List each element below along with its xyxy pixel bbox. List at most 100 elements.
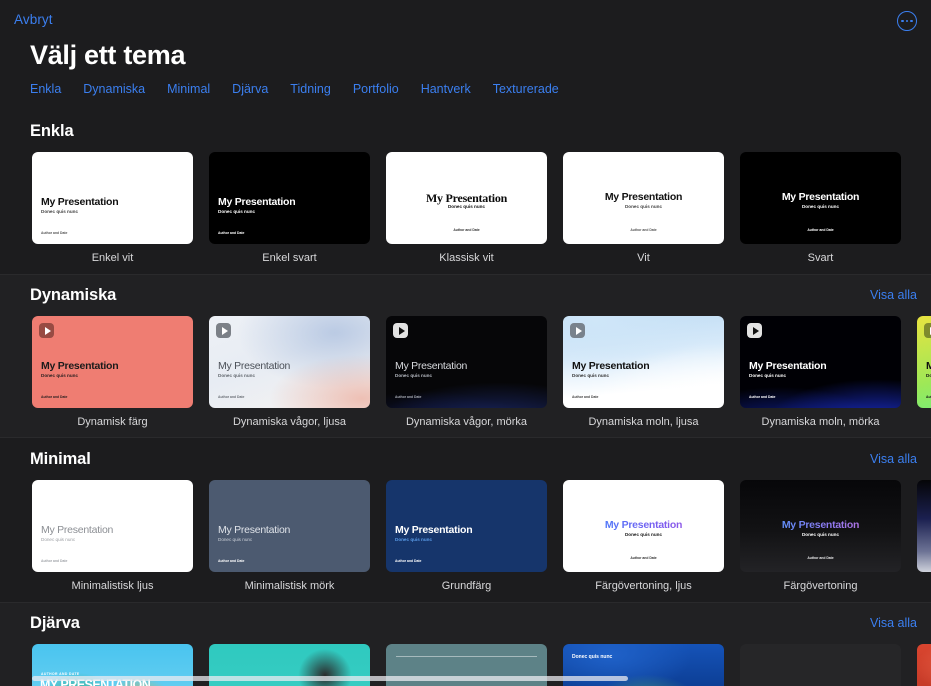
theme-sections: Enkla My Presentation Donec quis nunc Autho… xyxy=(0,110,931,686)
category-tab-minimal[interactable]: Minimal xyxy=(167,82,210,96)
slide-title: My Presentation xyxy=(218,361,290,372)
theme-thumbnail[interactable]: My PresentationDonec quis nuncAuthor and… xyxy=(32,152,193,244)
play-icon[interactable] xyxy=(393,323,408,338)
slide-footer: Author and Date xyxy=(395,560,421,563)
slide-title: My Presentation xyxy=(41,197,118,208)
theme-card[interactable]: My PresentationDonec quis nuncAuthor and… xyxy=(209,152,370,264)
theme-thumbnail[interactable]: My PresentationDonec quis nuncAuthor and… xyxy=(209,152,370,244)
theme-thumbnail[interactable]: DONEC QUIS NUNCMY PRESENTATION xyxy=(740,644,901,686)
play-icon[interactable] xyxy=(39,323,54,338)
more-circle-icon[interactable] xyxy=(897,11,917,31)
theme-thumbnail[interactable]: My PresentationDonec quis nuncAuthor and… xyxy=(917,480,931,572)
slide-subtitle: Donec quis nunc xyxy=(563,205,724,210)
category-tab-djärva[interactable]: Djärva xyxy=(232,82,268,96)
cancel-button[interactable]: Avbryt xyxy=(14,12,53,27)
theme-card[interactable]: My PresentationDonec quis nuncAuthor and… xyxy=(32,316,193,428)
slide-title: My Presentation xyxy=(395,361,467,372)
theme-thumbnail[interactable]: My PresentationDonec quis nuncAuthor and… xyxy=(740,316,901,408)
slide-title: My Presentation xyxy=(563,192,724,203)
slide-footer: Author and Date xyxy=(563,557,724,560)
slide-subtitle: Donec quis nunc xyxy=(218,374,255,379)
play-icon[interactable] xyxy=(924,323,931,338)
theme-card[interactable]: My PresentationDonec quis nuncAuthor and… xyxy=(32,480,193,592)
theme-thumbnail[interactable]: My Presentation Donec quis nunc Author and… xyxy=(563,152,724,244)
theme-card[interactable]: My PresentationDonec quis nuncAuthor and… xyxy=(209,316,370,428)
play-icon[interactable] xyxy=(570,323,585,338)
theme-card-label: Dynamiska moln, ljusa xyxy=(563,416,724,428)
theme-card-label: Minimalistisk ljus xyxy=(32,580,193,592)
section-header: DynamiskaVisa alla xyxy=(30,286,917,310)
theme-card[interactable]: My Presentation Donec quis nunc Author and… xyxy=(563,152,724,264)
theme-card[interactable]: My PresentationDonec quis nuncAuthor and… xyxy=(386,480,547,592)
theme-card-label: Dynamiska vågor, mörka xyxy=(386,416,547,428)
slide-subtitle: Donec quis nunc xyxy=(917,533,931,538)
theme-card-label: Enkel svart xyxy=(209,252,370,264)
theme-card[interactable]: My PresentationDonec quis nuncAuthor and… xyxy=(563,316,724,428)
theme-card[interactable]: My PresentationDonec quis nuncAuthor and… xyxy=(917,480,931,592)
section-dynamiska: DynamiskaVisa alla My Presentation Donec q… xyxy=(0,274,931,438)
theme-thumbnail[interactable]: My PresentationDonec quis nuncAuthor and… xyxy=(209,316,370,408)
theme-card[interactable]: My PresentationDonec quis nuncAuthor and… xyxy=(386,316,547,428)
theme-thumbnail[interactable] xyxy=(917,644,931,686)
theme-card[interactable]: My PresentationDonec quis nuncAuthor and… xyxy=(740,480,901,592)
slide-footer: Author and Date xyxy=(740,229,901,232)
theme-thumbnail[interactable]: My PresentationDonec quis nuncAuthor and… xyxy=(32,316,193,408)
section-title: Minimal xyxy=(30,450,917,469)
theme-card-label: Färgövertoning, ljus xyxy=(563,580,724,592)
see-all-link[interactable]: Visa alla xyxy=(870,288,917,302)
theme-card-label: Grundfärg xyxy=(386,580,547,592)
section-title: Enkla xyxy=(30,122,917,141)
theme-thumbnail[interactable]: My PresentationDonec quis nuncAuthor and… xyxy=(740,480,901,572)
theme-card[interactable]: My PresentationDonec quis nuncAuthor and… xyxy=(740,316,901,428)
category-tab-texturerade[interactable]: Texturerade xyxy=(493,82,559,96)
slide-footer: Author and Date xyxy=(41,396,67,399)
theme-card-label: Dynamiska vågor, ljusa xyxy=(209,416,370,428)
theme-thumbnail[interactable]: My PresentationDonec quis nuncAuthor and… xyxy=(386,480,547,572)
horizontal-scrollbar[interactable] xyxy=(32,676,628,681)
theme-card[interactable]: My PresentationDonec quis nuncAuthor and… xyxy=(209,480,370,592)
category-tab-dynamiska[interactable]: Dynamiska xyxy=(83,82,145,96)
see-all-link[interactable]: Visa alla xyxy=(870,616,917,630)
section-title: Dynamiska xyxy=(30,286,917,305)
see-all-link[interactable]: Visa alla xyxy=(870,452,917,466)
theme-thumbnail[interactable]: My PresentationDonec quis nuncAuthor and… xyxy=(32,480,193,572)
theme-thumbnail[interactable]: My PresentationDonec quis nuncAuthor and… xyxy=(386,152,547,244)
slide-title: My Presentation xyxy=(218,197,295,208)
theme-card[interactable]: DONEC QUIS NUNCMY PRESENTATION xyxy=(740,644,901,686)
theme-card-label: Klassisk vit xyxy=(386,252,547,264)
slide-footer: Author and Date xyxy=(917,557,931,560)
theme-row[interactable]: My Presentation Donec quis nunc Author and… xyxy=(0,480,931,592)
theme-thumbnail[interactable]: My PresentationDonec quis nuncAuthor and… xyxy=(386,316,547,408)
theme-card[interactable]: My PresentationDonec quis nuncAuthor and… xyxy=(32,152,193,264)
theme-card[interactable]: My PresentationDonec quis nuncAuthor and… xyxy=(740,152,901,264)
theme-card-label: Enkel vit xyxy=(32,252,193,264)
theme-card[interactable]: My PresentationDonec quis nuncAuthor and… xyxy=(917,316,931,428)
category-tab-enkla[interactable]: Enkla xyxy=(30,82,61,96)
section-header: Enkla xyxy=(30,122,917,146)
slide-footer: Author and Date xyxy=(563,229,724,232)
theme-thumbnail[interactable]: My PresentationDonec quis nuncAuthor and… xyxy=(563,480,724,572)
theme-row[interactable]: My Presentation Donec quis nunc Author and… xyxy=(0,316,931,428)
slide-subtitle: Donec quis nunc xyxy=(41,210,78,215)
slide-title: My Presentation xyxy=(563,520,724,531)
slide-subtitle: Donec quis nunc xyxy=(572,374,609,379)
play-icon[interactable] xyxy=(747,323,762,338)
theme-thumbnail[interactable]: My PresentationDonec quis nuncAuthor and… xyxy=(740,152,901,244)
theme-thumbnail[interactable]: My PresentationDonec quis nuncAuthor and… xyxy=(563,316,724,408)
theme-card[interactable] xyxy=(917,644,931,686)
theme-card[interactable]: My PresentationDonec quis nuncAuthor and… xyxy=(563,480,724,592)
theme-row[interactable]: My Presentation Donec quis nunc Author and… xyxy=(0,152,931,264)
slide-subtitle: Donec quis nunc xyxy=(395,374,432,379)
slide-footer: Author and Date xyxy=(926,396,931,399)
slide-title: My Presentation xyxy=(41,361,118,372)
category-tab-portfolio[interactable]: Portfolio xyxy=(353,82,399,96)
slide-subtitle: Donec quis nunc xyxy=(740,205,901,210)
slide-title: My Presentation xyxy=(572,361,649,372)
category-tab-tidning[interactable]: Tidning xyxy=(290,82,331,96)
theme-thumbnail[interactable]: My PresentationDonec quis nuncAuthor and… xyxy=(209,480,370,572)
slide-rule xyxy=(396,656,537,657)
category-tab-hantverk[interactable]: Hantverk xyxy=(421,82,471,96)
play-icon[interactable] xyxy=(216,323,231,338)
theme-card[interactable]: My PresentationDonec quis nuncAuthor and… xyxy=(386,152,547,264)
theme-thumbnail[interactable]: My PresentationDonec quis nuncAuthor and… xyxy=(917,316,931,408)
